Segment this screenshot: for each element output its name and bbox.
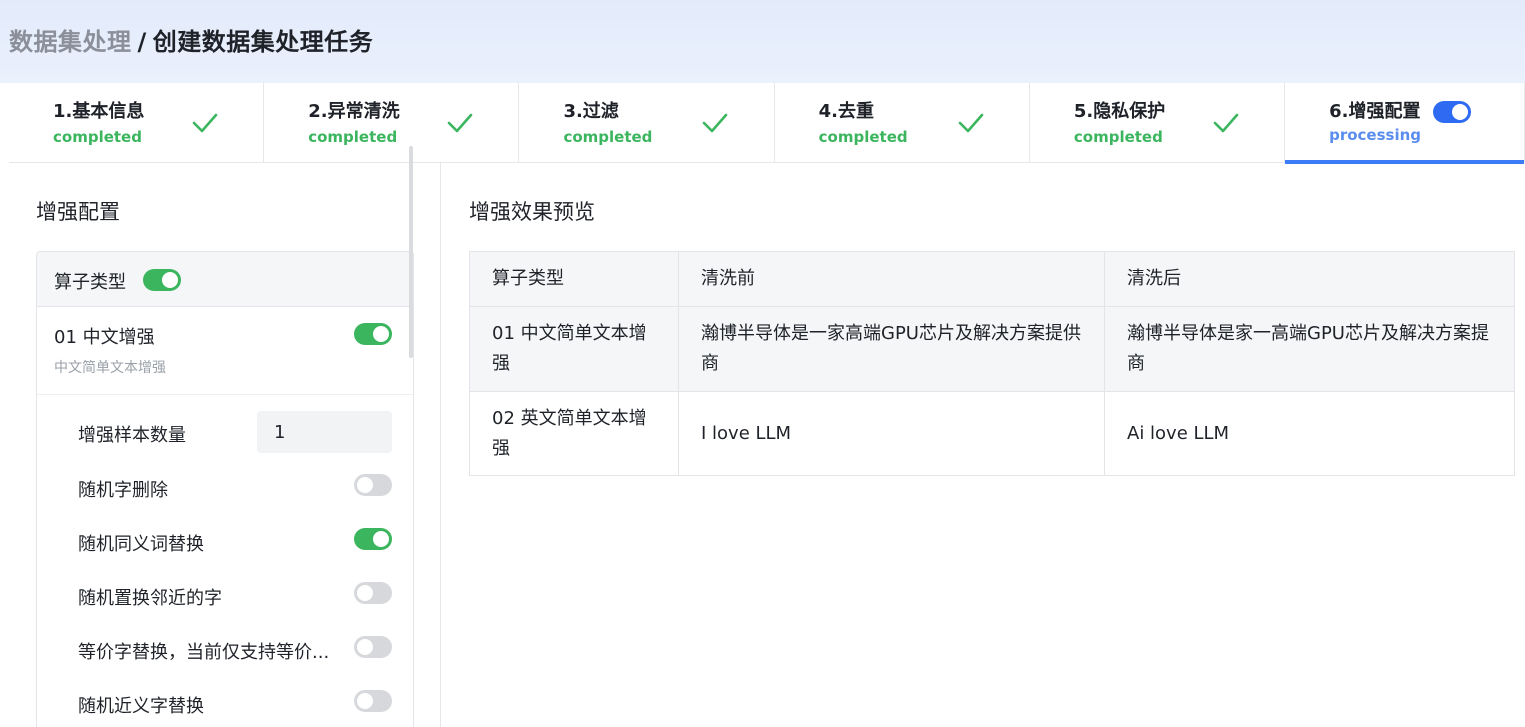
step-title: 3.过滤: [563, 101, 619, 122]
step-status: completed: [1073, 128, 1163, 146]
check-icon: [958, 113, 983, 133]
table-row: 01 中文简单文本增强 瀚博半导体是一家高端GPU芯片及解决方案提供商 瀚博半导…: [469, 306, 1515, 392]
step-status: completed: [308, 128, 398, 146]
step-status: completed: [818, 128, 908, 146]
synonym-replace-toggle[interactable]: [354, 528, 392, 550]
step-title: 1.基本信息: [53, 101, 145, 122]
config-scrollbar[interactable]: [409, 146, 413, 358]
step-dedup[interactable]: 4.去重 completed: [775, 83, 1030, 163]
operator-item-chinese-augment[interactable]: 01 中文增强 中文简单文本增强: [37, 307, 413, 395]
table-cell: 02 英文简单文本增强: [469, 391, 679, 476]
check-icon: [447, 113, 473, 133]
step-status: completed: [53, 128, 142, 146]
preview-table: 算子类型 清洗前 清洗后 01 中文简单文本增强 瀚博半导体是一家高端GPU芯片…: [469, 251, 1515, 476]
step-basic-info[interactable]: 1.基本信息 completed: [9, 83, 265, 163]
step-status: processing: [1329, 126, 1422, 144]
step-anomaly-cleaning[interactable]: 2.异常清洗 completed: [264, 83, 520, 163]
homophone-replace-toggle[interactable]: [354, 690, 392, 712]
table-cell: I love LLM: [678, 391, 1105, 476]
table-row: 02 英文简单文本增强 I love LLM Ai love LLM: [469, 391, 1515, 476]
column-header: 算子类型: [469, 251, 679, 307]
sample-count-input[interactable]: [257, 411, 392, 453]
check-icon: [1213, 113, 1239, 133]
param-row-homophone-replace: 随机近义字替换: [78, 682, 394, 722]
param-row-equivalent-replace: 等价字替换，当前仅支持等价...: [78, 628, 394, 668]
operator-description: 中文简单文本增强: [54, 360, 166, 376]
preview-title: 增强效果预览: [469, 200, 595, 224]
operator-type-header: 算子类型: [37, 252, 413, 307]
param-label: 随机同义词替换: [78, 534, 204, 555]
table-cell: 01 中文简单文本增强: [469, 306, 679, 392]
column-header: 清洗前: [678, 251, 1105, 307]
steps-bar: 1.基本信息 completed 2.异常清洗 completed 3.过滤 c…: [9, 83, 1525, 164]
param-label: 增强样本数量: [78, 425, 186, 446]
param-row-synonym-replace: 随机同义词替换: [78, 520, 394, 560]
operator-enable-toggle[interactable]: [354, 323, 392, 345]
operator-params: 增强样本数量 随机字删除 随机同义词替换 随机置换邻近的字 等价字替换，当前仅支…: [37, 395, 413, 727]
check-icon: [703, 113, 728, 133]
breadcrumb-current: 创建数据集处理任务: [152, 28, 374, 56]
step-augment-config[interactable]: 6.增强配置 processing: [1285, 83, 1524, 164]
operator-card: 算子类型 01 中文增强 中文简单文本增强 增强样本数量 随机字删除 随机同义词…: [36, 251, 414, 727]
equivalent-replace-toggle[interactable]: [354, 636, 392, 658]
step-title: 6.增强配置: [1329, 101, 1421, 122]
adjacent-swap-toggle[interactable]: [354, 582, 392, 604]
config-panel: 增强配置 算子类型 01 中文增强 中文简单文本增强 增强样本数量 随机字删除 …: [9, 163, 441, 727]
operator-type-label: 算子类型: [54, 272, 126, 293]
param-row-adjacent-swap: 随机置换邻近的字: [78, 574, 394, 614]
step-title: 2.异常清洗: [308, 101, 400, 122]
param-label: 随机置换邻近的字: [78, 588, 222, 609]
breadcrumb-parent-link[interactable]: 数据集处理: [9, 28, 132, 56]
param-row-random-delete: 随机字删除: [78, 466, 394, 506]
random-delete-toggle[interactable]: [354, 474, 392, 496]
param-row-sample-count: 增强样本数量: [78, 411, 394, 453]
step-title: 5.隐私保护: [1073, 101, 1166, 122]
param-label: 随机近义字替换: [78, 696, 204, 717]
breadcrumb-separator: /: [137, 28, 147, 56]
column-header: 清洗后: [1104, 251, 1515, 307]
param-label: 等价字替换，当前仅支持等价...: [78, 642, 330, 663]
operator-type-toggle[interactable]: [143, 269, 181, 291]
check-icon: [192, 113, 218, 133]
table-cell: Ai love LLM: [1104, 391, 1515, 476]
config-title: 增强配置: [36, 200, 120, 224]
step-filter[interactable]: 3.过滤 completed: [519, 83, 775, 163]
breadcrumb: 数据集处理 / 创建数据集处理任务: [9, 22, 373, 57]
processing-toggle-icon: [1433, 101, 1472, 123]
step-privacy[interactable]: 5.隐私保护 completed: [1030, 83, 1286, 163]
step-status: completed: [563, 128, 653, 146]
step-title: 4.去重: [818, 101, 875, 122]
table-cell: 瀚博半导体是一家高端GPU芯片及解决方案提供商: [678, 306, 1105, 392]
operator-name: 01 中文增强: [54, 327, 155, 348]
param-label: 随机字删除: [78, 480, 168, 501]
page-header: 数据集处理 / 创建数据集处理任务: [0, 0, 1525, 83]
table-cell: 瀚博半导体是家一高端GPU芯片及解决方案提商: [1104, 306, 1515, 392]
table-header-row: 算子类型 清洗前 清洗后: [469, 251, 1515, 307]
